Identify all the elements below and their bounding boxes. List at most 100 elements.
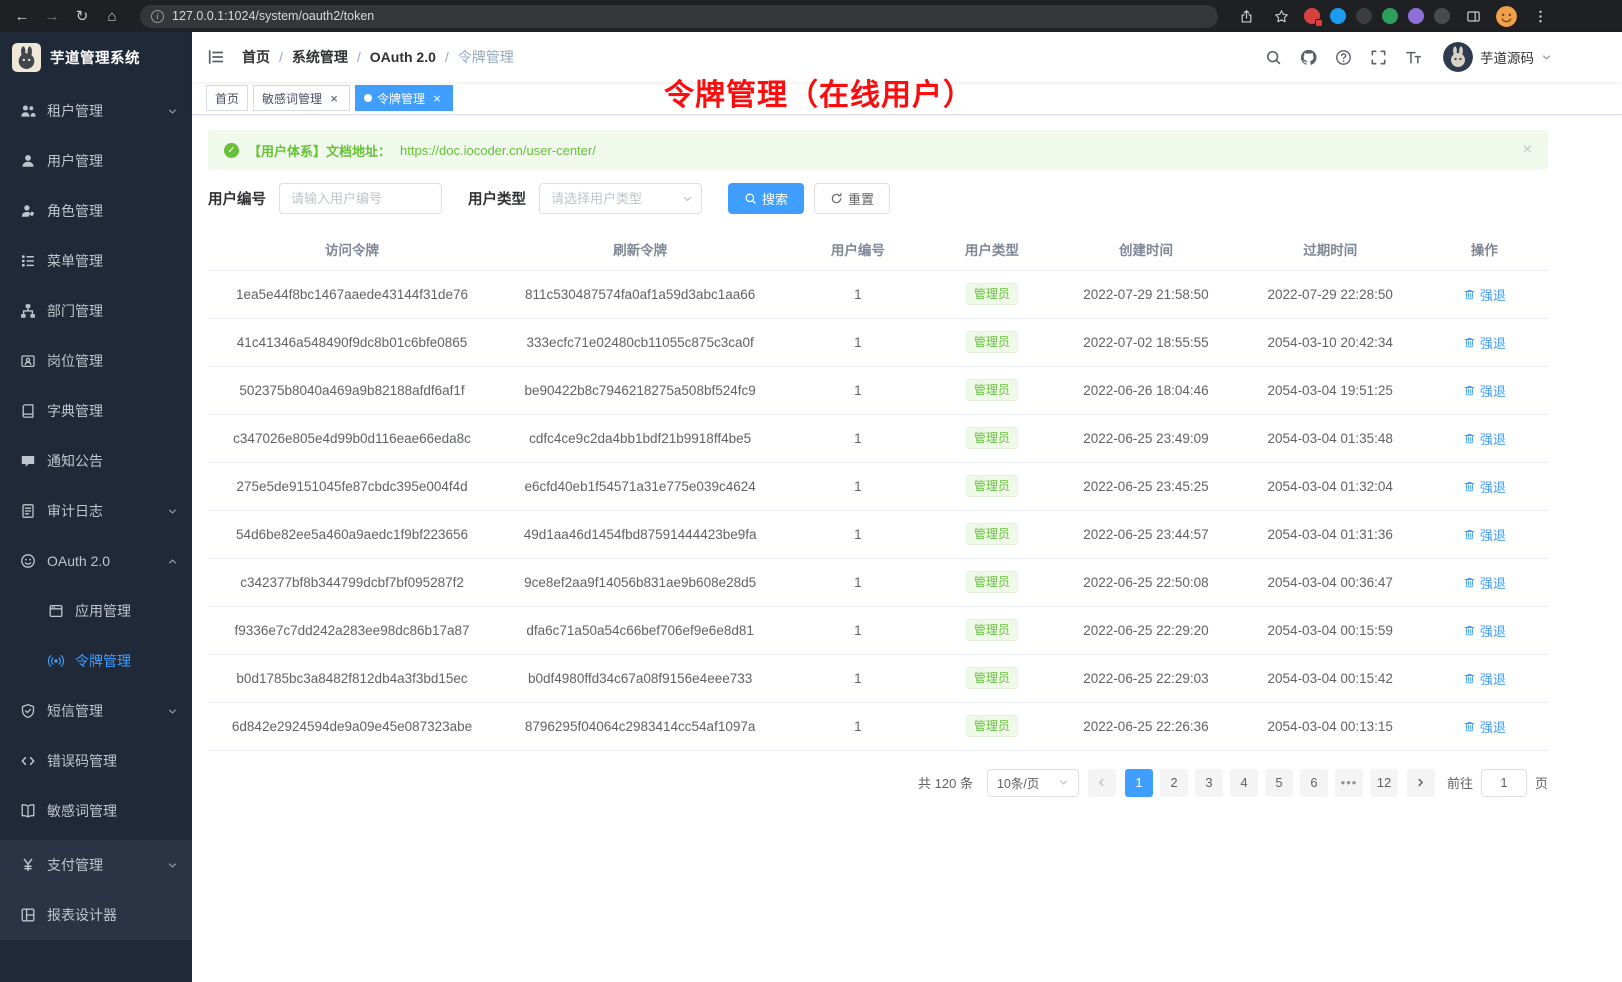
user-menu[interactable]: 芋道源码 (1443, 42, 1552, 72)
address-bar[interactable]: i 127.0.0.1:1024/system/oauth2/token (140, 5, 1218, 28)
sidebar-item-16[interactable]: 报表设计器 (0, 890, 192, 940)
sidebar-collapse-icon[interactable] (207, 47, 227, 67)
sidebar-menu: 租户管理 用户管理 角色管理 菜单管理 部门管理 岗位管理 (0, 82, 192, 982)
sidebar-item-6[interactable]: 字典管理 (0, 386, 192, 436)
user-type-badge: 管理员 (966, 667, 1018, 689)
page-button-3[interactable]: 3 (1195, 769, 1223, 797)
action-cell: 强退 (1421, 366, 1548, 414)
font-size-icon[interactable] (1403, 47, 1423, 67)
sidebar-item-3[interactable]: 菜单管理 (0, 236, 192, 286)
sidebar-toggle-icon[interactable] (1461, 4, 1485, 28)
user-type-badge: 管理员 (966, 715, 1018, 737)
force-logout-button[interactable]: 强退 (1463, 285, 1506, 304)
extension-colorful-icon[interactable] (1408, 8, 1424, 24)
created-time-cell: 2022-07-02 18:55:55 (1052, 318, 1240, 366)
page-button-4[interactable]: 4 (1230, 769, 1258, 797)
user-type-badge: 管理员 (966, 571, 1018, 593)
back-icon[interactable]: ← (10, 4, 34, 28)
extension-paw-icon[interactable] (1434, 8, 1450, 24)
breadcrumb-item-1[interactable]: 系统管理 (292, 47, 348, 67)
action-cell: 强退 (1421, 606, 1548, 654)
chevron-down-icon (1541, 52, 1552, 63)
tab-label: 敏感词管理 (262, 90, 322, 107)
action-cell: 强退 (1421, 270, 1548, 318)
expire-time-cell: 2054-03-04 00:13:15 (1240, 702, 1421, 750)
sidebar-item-11[interactable]: 令牌管理 (0, 636, 192, 686)
extension-blue-icon[interactable] (1330, 8, 1346, 24)
breadcrumb-item-2[interactable]: OAuth 2.0 (370, 49, 436, 65)
help-icon[interactable] (1333, 47, 1353, 67)
share-icon[interactable] (1234, 4, 1258, 28)
tab-1[interactable]: 敏感词管理 × (253, 85, 350, 111)
navbar-tools: 芋道源码 (1263, 42, 1552, 72)
tab-2[interactable]: 令牌管理 × (355, 85, 453, 111)
force-logout-button[interactable]: 强退 (1463, 669, 1506, 688)
force-logout-button[interactable]: 强退 (1463, 381, 1506, 400)
fullscreen-icon[interactable] (1368, 47, 1388, 67)
sidebar-item-13[interactable]: 错误码管理 (0, 736, 192, 786)
github-icon[interactable] (1298, 47, 1318, 67)
alert-close-icon[interactable]: × (1523, 142, 1532, 158)
next-page-button[interactable] (1407, 769, 1435, 797)
sidebar-item-7[interactable]: 通知公告 (0, 436, 192, 486)
page-buttons: 123456•••12 (1125, 769, 1398, 797)
page-button-5[interactable]: 5 (1265, 769, 1293, 797)
force-logout-button[interactable]: 强退 (1463, 573, 1506, 592)
force-logout-button[interactable]: 强退 (1463, 621, 1506, 640)
bookmark-star-icon[interactable] (1269, 4, 1293, 28)
sidebar-item-4[interactable]: 部门管理 (0, 286, 192, 336)
created-time-cell: 2022-06-25 23:49:09 (1052, 414, 1240, 462)
page-button-12[interactable]: 12 (1370, 769, 1398, 797)
user-type-select[interactable] (539, 183, 702, 214)
page-button-6[interactable]: 6 (1300, 769, 1328, 797)
goto-page-input[interactable] (1481, 769, 1527, 797)
site-info-icon[interactable]: i (151, 10, 164, 23)
user-id-cell: 1 (784, 606, 931, 654)
close-icon[interactable]: × (430, 91, 444, 105)
breadcrumb-item-0[interactable]: 首页 (242, 47, 270, 67)
sidebar-item-label: OAuth 2.0 (47, 553, 167, 569)
page-button-2[interactable]: 2 (1160, 769, 1188, 797)
search-icon[interactable] (1263, 47, 1283, 67)
app-logo[interactable]: 芋道管理系统 (0, 32, 192, 82)
sidebar-item-8[interactable]: 审计日志 (0, 486, 192, 536)
doc-link[interactable]: https://doc.iocoder.cn/user-center/ (400, 143, 596, 158)
extension-dark-icon[interactable] (1356, 8, 1372, 24)
extension-green-icon[interactable] (1382, 8, 1398, 24)
user-type-cell: 管理员 (932, 702, 1053, 750)
search-button[interactable]: 搜索 (728, 183, 804, 214)
sidebar-item-15[interactable]: 支付管理 (0, 840, 192, 890)
force-logout-button[interactable]: 强退 (1463, 525, 1506, 544)
word-icon (19, 803, 36, 820)
page-button-1[interactable]: 1 (1125, 769, 1153, 797)
access-token-cell: c347026e805e4d99b0d116eae66eda8c (208, 414, 496, 462)
sidebar-item-10[interactable]: 应用管理 (0, 586, 192, 636)
sidebar-item-14[interactable]: 敏感词管理 (0, 786, 192, 836)
user-type-select-input[interactable] (539, 183, 702, 214)
sidebar-item-12[interactable]: 短信管理 (0, 686, 192, 736)
reset-button[interactable]: 重置 (814, 183, 890, 214)
sidebar-item-2[interactable]: 角色管理 (0, 186, 192, 236)
prev-page-button[interactable] (1088, 769, 1116, 797)
reload-icon[interactable]: ↻ (70, 4, 94, 28)
page-size-select[interactable]: 10条/页 (987, 769, 1079, 797)
browser-profile-avatar[interactable] (1496, 6, 1517, 27)
expire-time-cell: 2054-03-10 20:42:34 (1240, 318, 1421, 366)
force-logout-button[interactable]: 强退 (1463, 429, 1506, 448)
sidebar-item-1[interactable]: 用户管理 (0, 136, 192, 186)
browser-menu-icon[interactable] (1528, 4, 1552, 28)
home-icon[interactable]: ⌂ (100, 4, 124, 28)
force-logout-button[interactable]: 强退 (1463, 717, 1506, 736)
sidebar-item-5[interactable]: 岗位管理 (0, 336, 192, 386)
extension-grid-icon[interactable] (1304, 8, 1320, 24)
refresh-token-cell: e6cfd40eb1f54571a31e775e039c4624 (496, 462, 784, 510)
user-id-input[interactable] (279, 183, 442, 214)
force-logout-button[interactable]: 强退 (1463, 477, 1506, 496)
sidebar-item-9[interactable]: OAuth 2.0 (0, 536, 192, 586)
tab-0[interactable]: 首页 (206, 85, 248, 111)
sidebar-item-0[interactable]: 租户管理 (0, 86, 192, 136)
force-logout-button[interactable]: 强退 (1463, 333, 1506, 352)
more-pages-button[interactable]: ••• (1335, 769, 1363, 797)
forward-icon[interactable]: → (40, 4, 64, 28)
close-icon[interactable]: × (327, 91, 341, 105)
